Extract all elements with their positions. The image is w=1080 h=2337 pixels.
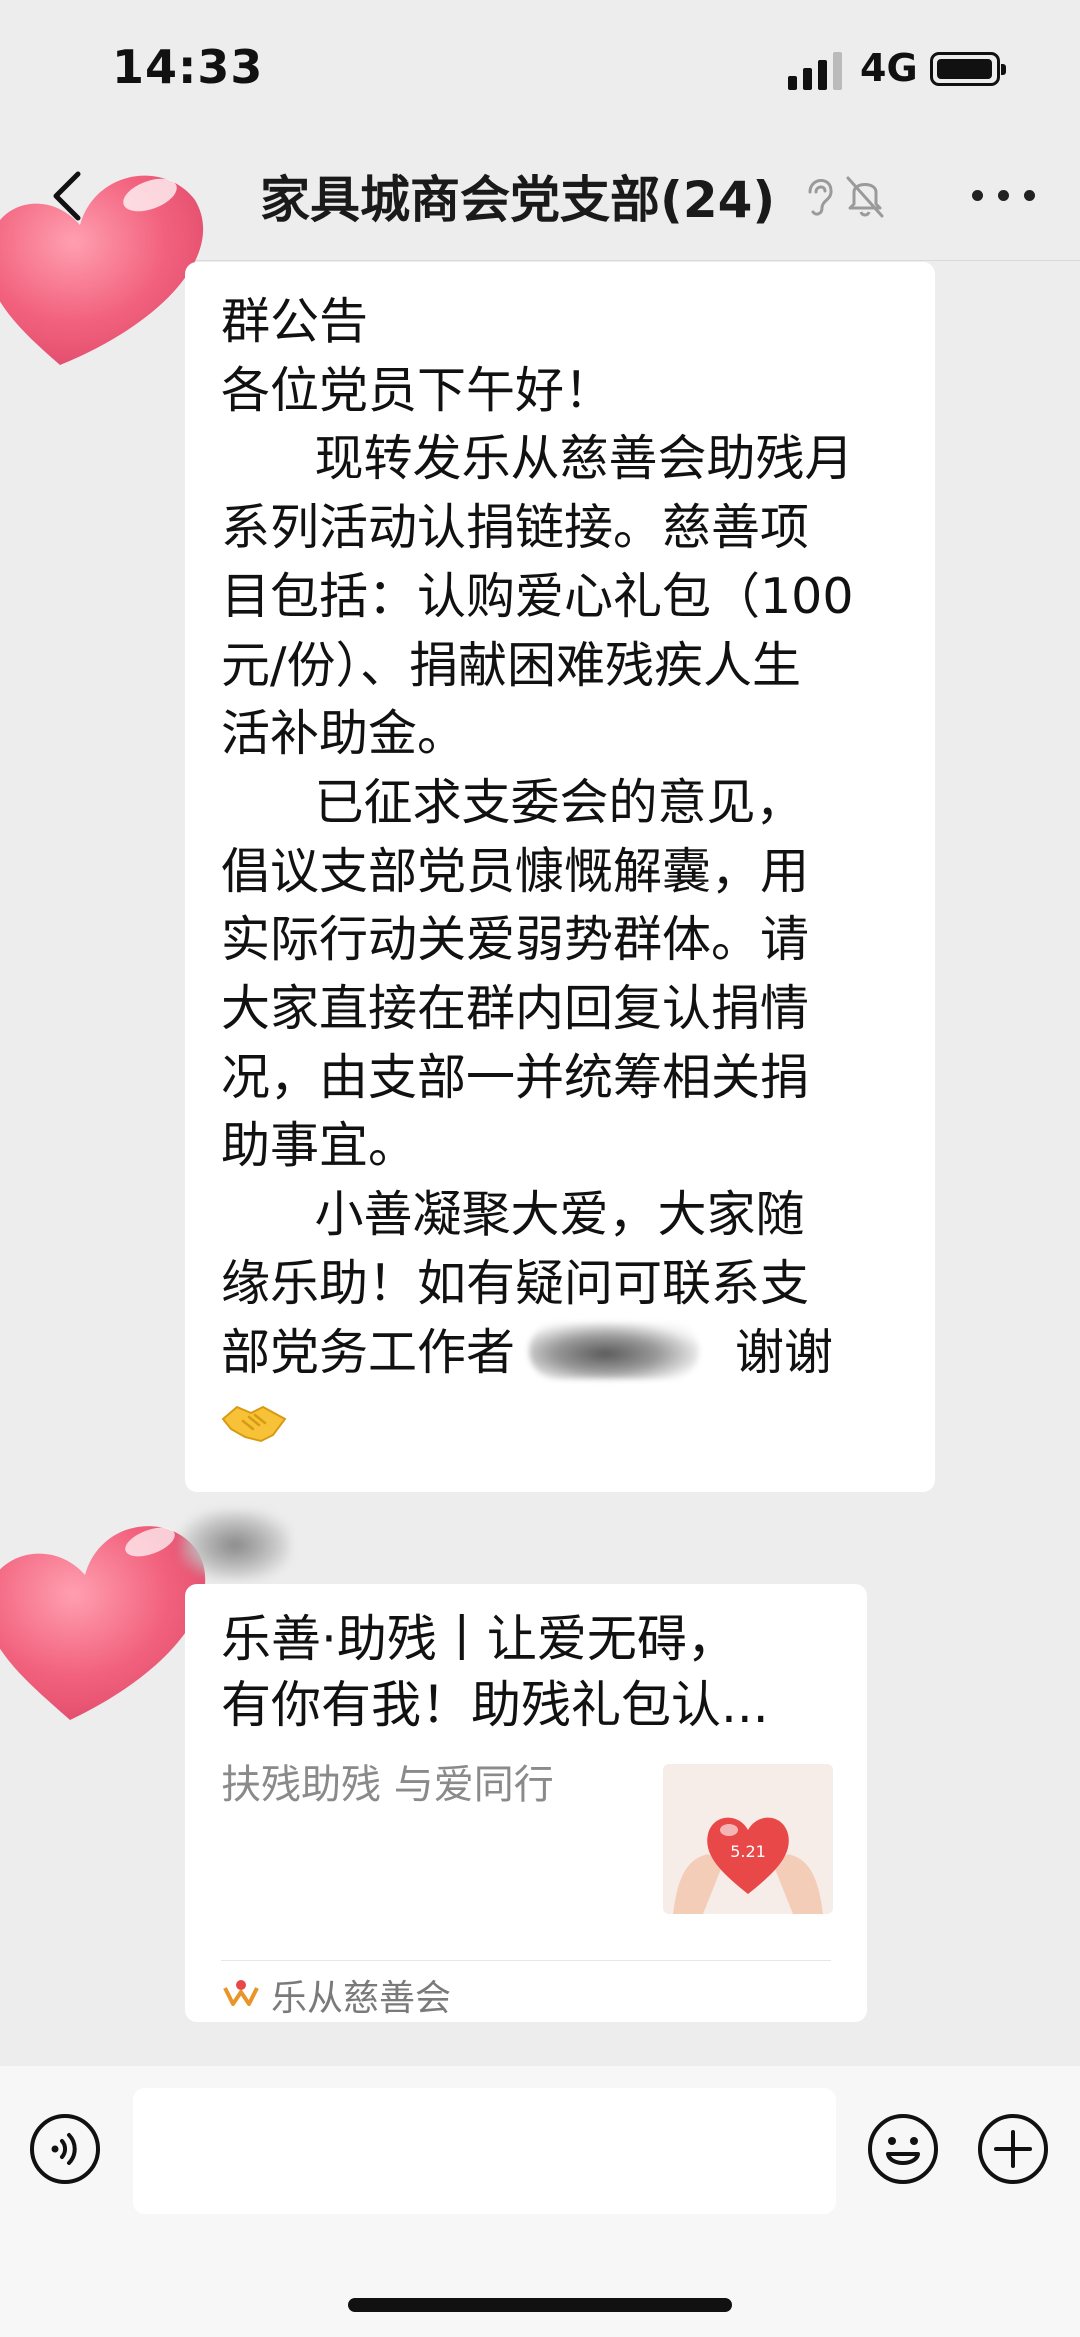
handshake-icon: [221, 1406, 287, 1443]
notice-line: 缘乐助！如有疑问可联系支: [221, 1254, 810, 1312]
message-input[interactable]: [133, 2088, 836, 2214]
mute-bell-icon[interactable]: [842, 170, 888, 220]
emoji-icon[interactable]: [866, 2112, 940, 2186]
thumbnail-date: 5.21: [730, 1842, 766, 1861]
more-options-icon[interactable]: [968, 182, 1038, 208]
sender-name-redacted: [180, 1510, 290, 1580]
notice-line: 元/份）、捐献困难残疾人生: [221, 636, 802, 694]
notice-line: 小善凝聚大爱，大家随: [221, 1186, 805, 1244]
heart-in-hands-icon: 5.21: [673, 1817, 823, 1914]
notice-line-suffix: 谢谢: [735, 1323, 834, 1381]
notice-line: 助事宜。: [221, 1117, 418, 1175]
notice-line: 系列活动认捐链接。慈善项: [221, 499, 810, 557]
battery-icon: [930, 52, 1006, 86]
notice-line: 倡议支部党员慷慨解囊，用: [221, 842, 810, 900]
message-input-bar: [0, 2066, 1080, 2337]
card-thumbnail: 5.21: [663, 1764, 833, 1914]
earpiece-mode-icon[interactable]: [800, 170, 840, 220]
plus-icon[interactable]: [976, 2112, 1050, 2186]
notice-line: 大家直接在群内回复认捐情: [221, 980, 810, 1038]
notice-line: 各位党员下午好！: [221, 361, 614, 419]
card-source-name: 乐从慈善会: [271, 1978, 452, 2019]
redacted-name: [529, 1322, 700, 1379]
notice-line: 活补助金。: [221, 705, 467, 763]
card-title-line: 有你有我！助残礼包认...: [221, 1676, 769, 1734]
home-indicator[interactable]: [348, 2298, 732, 2312]
group-notice-message[interactable]: 群公告 各位党员下午好！ 现转发乐从慈善会助残月 系列活动认捐链接。慈善项 目包…: [185, 262, 935, 1492]
notice-line: 已征求支委会的意见，: [221, 773, 805, 831]
card-title-line: 乐善·助残丨让爱无碍，: [221, 1610, 737, 1668]
card-source: 乐从慈善会: [221, 1970, 451, 2020]
heart-sticker-icon: [0, 175, 204, 365]
network-type: 4G: [860, 46, 918, 90]
link-card-message[interactable]: 乐善·助残丨让爱无碍， 有你有我！助残礼包认... 扶残助残 与爱同行 5.21…: [185, 1584, 867, 2022]
card-divider: [221, 1960, 831, 1961]
notice-line: 目包括：认购爱心礼包（100: [221, 567, 854, 625]
status-bar: 14:33 4G: [0, 0, 1080, 140]
chat-title: 家具城商会党支部(24): [260, 171, 776, 229]
notice-line: 况，由支部一并统筹相关捐: [221, 1048, 810, 1106]
charity-logo-icon: [223, 1980, 259, 2006]
status-time: 14:33: [112, 40, 264, 94]
voice-input-icon[interactable]: [28, 2112, 102, 2186]
notice-line: 部党务工作者 谢谢: [221, 1319, 899, 1388]
notice-line: 现转发乐从慈善会助残月: [221, 430, 854, 488]
notice-line: 实际行动关爱弱势群体。请: [221, 911, 810, 969]
notice-line: 群公告: [221, 293, 369, 350]
signal-icon: [788, 52, 844, 90]
notice-line-prefix: 部党务工作者: [221, 1323, 516, 1381]
